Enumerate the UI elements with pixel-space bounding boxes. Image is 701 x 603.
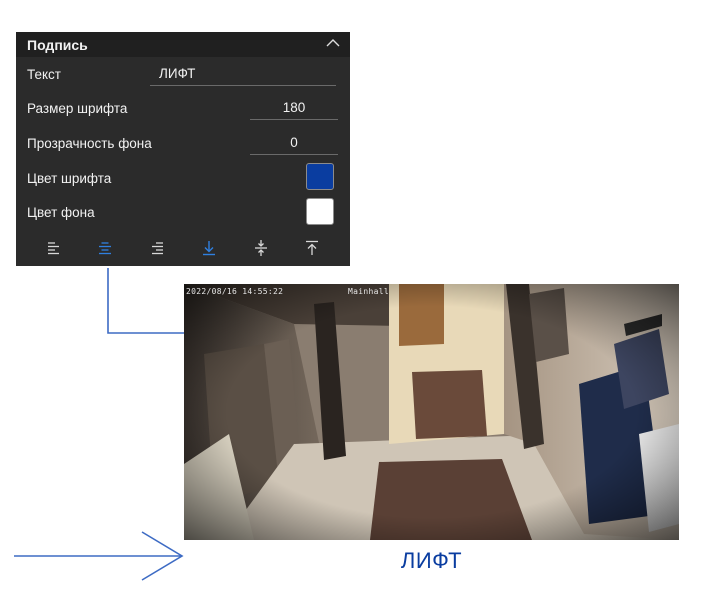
alignment-toolbar xyxy=(16,236,350,260)
panel-title: Подпись xyxy=(27,37,88,53)
osd-camera-name: Mainhall xyxy=(348,287,389,296)
align-right-button[interactable] xyxy=(147,238,167,258)
panel-header[interactable]: Подпись xyxy=(16,32,350,57)
font-size-label: Размер шрифта xyxy=(27,101,128,116)
camera-feed-image xyxy=(184,284,679,540)
align-top-icon xyxy=(306,240,318,255)
camera-frame: 2022/08/16 14:55:22 Mainhall ЛИФТ xyxy=(184,284,679,582)
align-bottom-button[interactable] xyxy=(199,238,219,258)
align-left-button[interactable] xyxy=(44,238,64,258)
text-label: Текст xyxy=(27,67,61,82)
align-left-icon xyxy=(48,242,59,255)
caption-text: ЛИФТ xyxy=(400,548,463,573)
font-color-swatch[interactable] xyxy=(306,163,334,190)
caption-text-input[interactable]: ЛИФТ xyxy=(150,62,336,86)
align-right-icon xyxy=(152,242,163,255)
bg-opacity-input[interactable]: 0 xyxy=(250,131,338,155)
align-middle-icon xyxy=(255,240,267,256)
osd-timestamp: 2022/08/16 14:55:22 xyxy=(186,287,284,296)
align-center-icon xyxy=(99,242,111,255)
panel-to-frame-connector xyxy=(107,268,186,334)
bg-color-swatch[interactable] xyxy=(306,198,334,225)
bg-color-label: Цвет фона xyxy=(27,205,95,220)
align-top-button[interactable] xyxy=(302,238,322,258)
font-size-input[interactable]: 180 xyxy=(250,96,338,120)
font-color-label: Цвет шрифта xyxy=(27,171,112,186)
caption-settings-panel: Подпись Текст ЛИФТ Размер шрифта 180 Про… xyxy=(16,32,350,266)
chevron-up-icon[interactable] xyxy=(326,38,340,48)
caption-strip: ЛИФТ xyxy=(184,540,679,582)
align-bottom-icon xyxy=(203,241,215,256)
bg-opacity-label: Прозрачность фона xyxy=(27,136,152,151)
align-center-button[interactable] xyxy=(95,238,115,258)
align-middle-button[interactable] xyxy=(251,238,271,258)
